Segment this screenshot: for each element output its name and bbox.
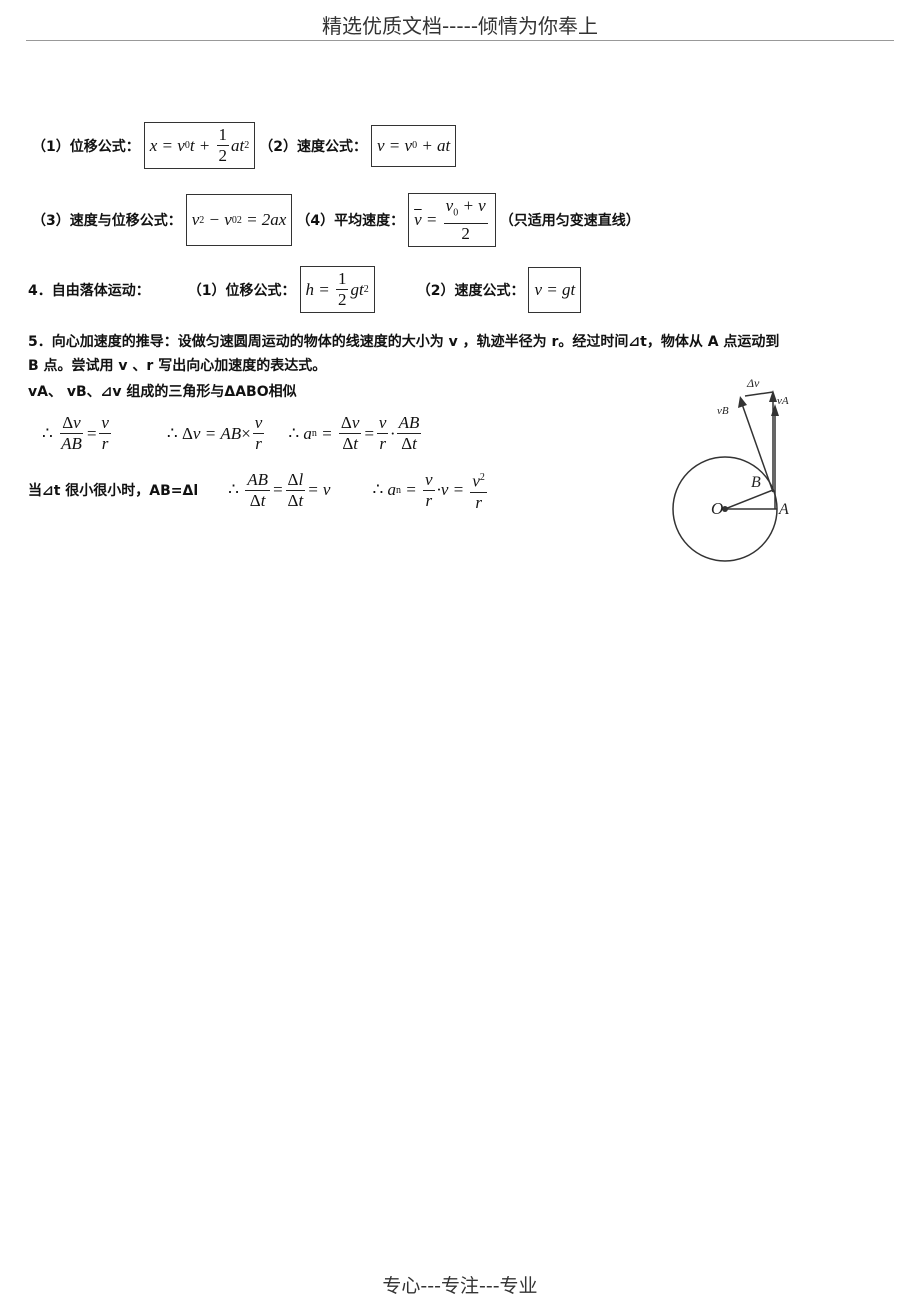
displacement-formula-label: （1）位移公式： [32, 138, 140, 155]
vb-arrowhead [738, 396, 747, 408]
label-a: A [778, 501, 789, 518]
formula-row-2: （3）速度与位移公式： v2 − v02 = 2ax （4）平均速度： v = … [32, 193, 640, 248]
derivation-line-1: ∴ Δv AB = v r ∴ Δv = AB × v r ∴ an = Δv Δt = v r · AB… [42, 413, 423, 454]
free-fall-displacement-label: （1）位移公式： [187, 282, 296, 299]
velocity-displacement-formula: v2 − v02 = 2ax [185, 194, 293, 247]
delta-v-equation: ∴ Δv = AB × v r [166, 413, 265, 453]
label-delta-v: Δv [746, 376, 760, 390]
label-b: B [751, 474, 761, 491]
circular-motion-diagram: O A B Δv vA vB [672, 376, 789, 562]
velocity-displacement-label: （3）速度与位移公式： [32, 213, 182, 230]
small-dt-condition: 当⊿t 很小很小时，AB=Δl [28, 483, 199, 500]
free-fall-row: 4．自由落体运动： （1）位移公式： h = 1 2 gt 2 （2）速度公式： v … [28, 266, 585, 313]
centripetal-line-2: B 点。尝试用 v 、r 写出向心加速度的表达式。 [28, 358, 327, 374]
acceleration-equation-final: ∴ an = v r ·v = v2 r [372, 469, 487, 512]
centripetal-line-1: 5．向心加速度的推导：设做匀速圆周运动的物体的线速度的大小为 v ，轨迹半径为 … [28, 334, 780, 350]
velocity-formula-label: （2）速度公式： [259, 138, 367, 155]
page-footer: 专心---专注---专业 [382, 1275, 538, 1297]
page-header: 精选优质文档-----倾情为你奉上 [321, 14, 599, 38]
header-divider [26, 40, 894, 41]
radius-ob [724, 489, 774, 510]
centripetal-line-3: vA、 vB、⊿v 组成的三角形与ΔABO相似 [28, 384, 297, 400]
average-velocity-formula: v = v0 + v2 [408, 193, 496, 248]
label-o: O [711, 499, 723, 518]
free-fall-title: 4．自由落体运动： [28, 282, 150, 299]
ratio-equation: ∴ Δv AB = v r [42, 413, 111, 453]
label-vb: vB [717, 405, 729, 417]
free-fall-velocity-label: （2）速度公式： [416, 282, 525, 299]
free-fall-velocity-formula: v = gt [528, 266, 582, 313]
label-va: vA [777, 395, 789, 407]
delta-v-vector [744, 391, 774, 397]
ab-over-dt-equation: ∴ AB Δt = Δl Δt = v [228, 469, 331, 510]
acceleration-equation-1: ∴ an = Δv Δt = v r · AB Δt [288, 413, 422, 453]
average-velocity-note: （只适用匀变速直线） [499, 213, 640, 230]
derivation-line-2: 当⊿t 很小很小时，AB=Δl ∴ AB Δt = Δl Δt = v ∴ an = vr… [28, 468, 489, 513]
displacement-formula: x = v0t + 1 2 at 2 [143, 122, 256, 169]
average-velocity-label: （4）平均速度： [296, 213, 405, 230]
velocity-formula: v = v0 + at [371, 124, 457, 167]
free-fall-displacement-formula: h = 1 2 gt 2 [299, 266, 375, 313]
formula-row-1: （1）位移公式： x = v0t + 1 2 at 2 （2）速度公式： v = v0… [32, 122, 460, 169]
